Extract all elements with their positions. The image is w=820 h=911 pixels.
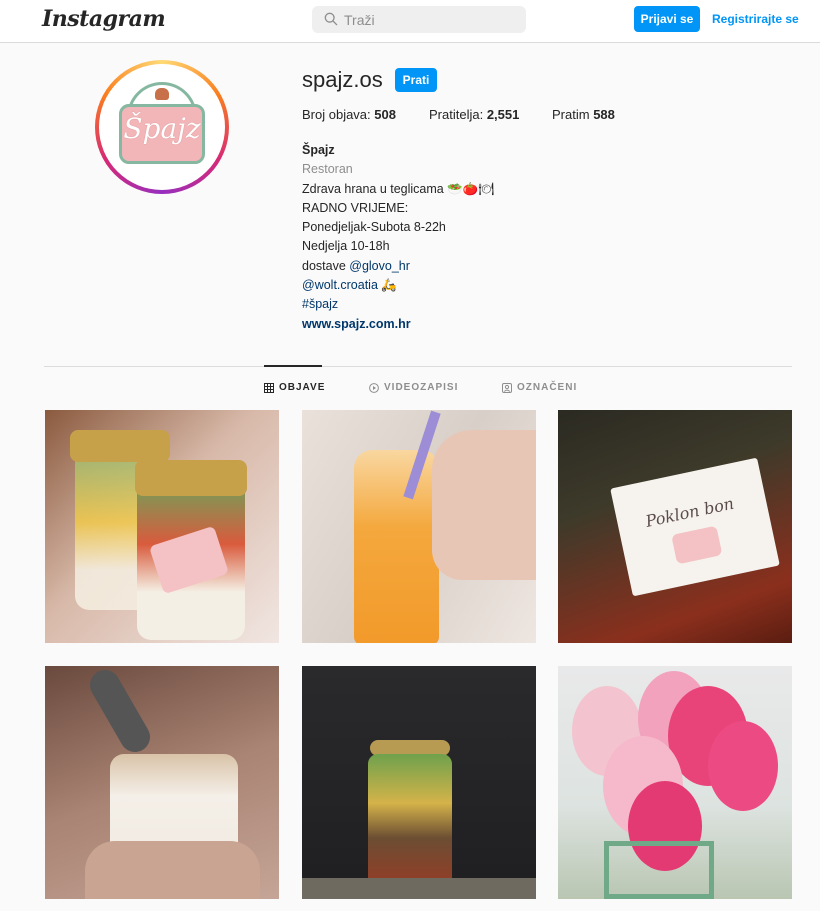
followers-count-value: 2,551 xyxy=(486,107,520,122)
profile-bio: Špajz Restoran Zdrava hrana u teglicama … xyxy=(302,141,494,334)
avatar-logo-text: Špajz xyxy=(123,112,201,145)
bio-line: Ponedjeljak-Subota 8-22h xyxy=(302,220,446,235)
profile-username: spajz.os xyxy=(302,67,383,92)
gift-card-text: Poklon bon xyxy=(643,493,736,531)
hashtag-link[interactable]: #špajz xyxy=(302,295,494,314)
instagram-logo[interactable]: Instagram xyxy=(42,6,166,32)
tab-videos[interactable]: VIDEOZAPISI xyxy=(369,382,458,393)
jar-lid xyxy=(70,430,170,462)
avatar-image: Špajz xyxy=(103,68,221,186)
follow-button[interactable]: Prati xyxy=(395,68,437,92)
grid-icon xyxy=(264,382,274,393)
post-thumbnail-juice[interactable] xyxy=(302,410,536,643)
top-navigation-bar: Instagram Prijavi se Registrirajte se xyxy=(0,0,820,43)
bio-full-name: Špajz xyxy=(302,143,335,157)
jar-lid xyxy=(135,460,247,496)
search-icon xyxy=(324,12,338,26)
tagged-user-icon xyxy=(502,382,512,393)
search-input[interactable] xyxy=(344,6,514,33)
bio-line: Nedjelja 10-18h xyxy=(302,239,390,254)
video-play-icon xyxy=(369,382,379,393)
bottle-shape xyxy=(354,450,439,643)
bio-category: Restoran xyxy=(302,162,353,177)
register-link[interactable]: Registrirajte se xyxy=(712,6,799,32)
table-surface xyxy=(302,878,536,899)
avatar-burger-icon xyxy=(155,88,169,100)
hands-shape xyxy=(85,841,260,899)
post-thumbnail-gift-card[interactable]: Poklon bon xyxy=(558,410,792,643)
bio-line: Zdrava hrana u teglicama 🥗🍅🍽 xyxy=(302,181,495,196)
avatar-border: Špajz xyxy=(99,64,225,190)
posts-count-label: Broj objava: xyxy=(302,107,371,122)
following-count[interactable]: Pratim 588 xyxy=(552,107,615,122)
balloon-shape xyxy=(708,721,778,811)
green-frame xyxy=(604,841,714,899)
tab-tagged-label: OZNAČENI xyxy=(517,382,578,393)
tabs-divider xyxy=(44,366,792,367)
post-thumbnail-layered-salad[interactable] xyxy=(302,666,536,899)
gift-card-shape: Poklon bon xyxy=(610,457,780,597)
tab-tagged[interactable]: OZNAČENI xyxy=(502,382,577,393)
bio-line: dostave @glovo_hr xyxy=(302,257,494,276)
bio-delivery-prefix: dostave xyxy=(302,258,350,273)
posts-count: Broj objava: 508 xyxy=(302,107,396,122)
active-tab-indicator xyxy=(264,365,322,367)
scooter-emoji: 🛵 xyxy=(377,278,397,293)
tab-posts[interactable]: OBJAVE xyxy=(264,382,325,393)
post-thumbnail-salad-jars[interactable] xyxy=(45,410,279,643)
search-box[interactable] xyxy=(312,6,526,33)
post-thumbnail-dessert[interactable] xyxy=(45,666,279,899)
tab-posts-label: OBJAVE xyxy=(279,382,326,393)
wolt-mention-link[interactable]: @wolt.croatia xyxy=(302,278,378,292)
spoon-shape xyxy=(84,666,156,758)
website-link[interactable]: www.spajz.com.hr xyxy=(302,315,494,334)
following-count-label: Pratim xyxy=(552,107,590,122)
posts-count-value: 508 xyxy=(374,107,396,122)
jar-shape xyxy=(368,754,452,894)
profile-avatar[interactable]: Špajz xyxy=(95,60,229,194)
bio-line: @wolt.croatia 🛵 xyxy=(302,276,494,295)
followers-count-label: Pratitelja: xyxy=(429,107,484,122)
post-thumbnail-balloons[interactable] xyxy=(558,666,792,899)
followers-count[interactable]: Pratitelja: 2,551 xyxy=(429,107,519,122)
bio-line: RADNO VRIJEME: xyxy=(302,200,409,215)
hand-shape xyxy=(432,430,536,580)
gift-card-logo xyxy=(671,525,723,565)
following-count-value: 588 xyxy=(593,107,615,122)
login-button[interactable]: Prijavi se xyxy=(634,6,700,32)
tab-videos-label: VIDEOZAPISI xyxy=(384,382,459,393)
glovo-mention-link[interactable]: @glovo_hr xyxy=(349,259,410,273)
